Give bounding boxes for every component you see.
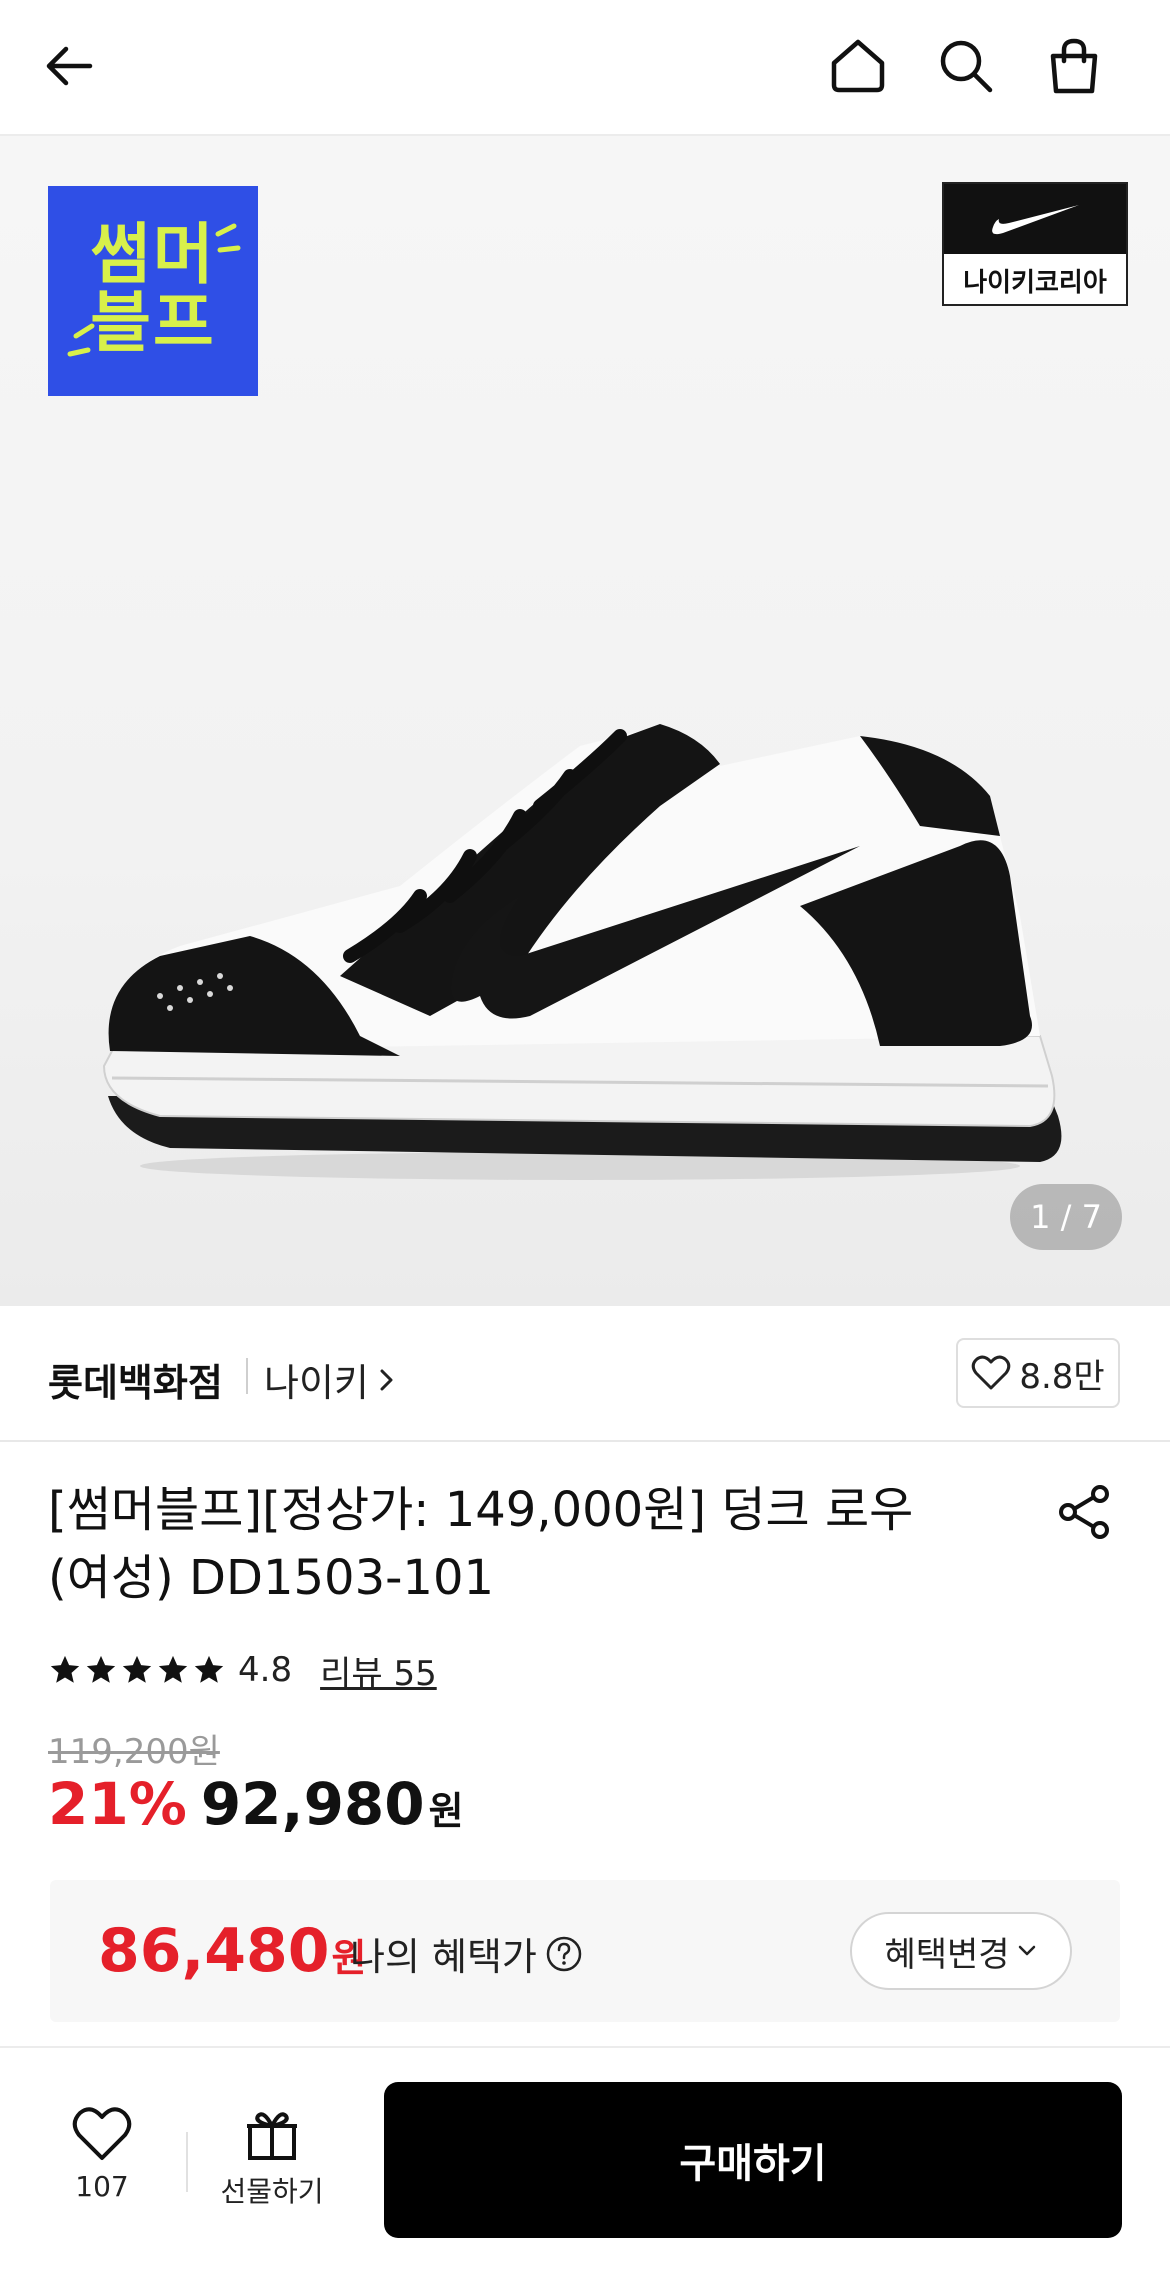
brand-badge: 나이키코리아 <box>942 182 1128 306</box>
brand-link-label: 나이키 <box>264 1361 369 1405</box>
benefit-label: 나의 혜택가 <box>350 1926 583 1981</box>
benefit-price-value: 86,480 <box>98 1916 330 1986</box>
price-row: 21% 92,980 원 <box>48 1770 464 1838</box>
star-icon <box>86 1655 116 1683</box>
product-title: [썸머블프][정상가: 149,000원] 덩크 로우 (여성) DD1503-… <box>48 1482 914 1606</box>
benefit-label-text: 나의 혜택가 <box>350 1935 537 1979</box>
buy-button[interactable]: 구매하기 <box>384 2082 1122 2238</box>
help-question-icon[interactable] <box>545 1935 583 1973</box>
gift-label: 선물하기 <box>220 2175 324 2208</box>
back-arrow-icon[interactable] <box>32 28 108 104</box>
promo-badge: 썸머 블프 <box>48 186 258 396</box>
review-link[interactable]: 리뷰 55 <box>320 1646 437 1695</box>
store-like-count: 8.8만 <box>1019 1356 1105 1397</box>
wishlist-count: 107 <box>75 2170 129 2203</box>
star-icon <box>194 1655 224 1683</box>
chevron-down-icon <box>1018 1945 1035 1956</box>
store-row: 롯데백화점 나이키 8.8만 <box>0 1306 1170 1442</box>
divider <box>186 2132 188 2192</box>
store-name[interactable]: 롯데백화점 <box>48 1352 223 1407</box>
benefit-price-box: 86,480 원 나의 혜택가 혜택변경 <box>50 1880 1120 2022</box>
change-benefit-label: 혜택변경 <box>884 1934 1010 1975</box>
brand-link[interactable]: 나이키 <box>264 1352 397 1407</box>
wishlist-button[interactable]: 107 <box>54 2106 150 2203</box>
image-counter: 1 / 7 <box>1010 1184 1122 1250</box>
discount-rate: 21% <box>48 1770 187 1838</box>
change-benefit-button[interactable]: 혜택변경 <box>850 1912 1072 1990</box>
shopping-bag-icon[interactable] <box>1036 28 1112 104</box>
benefit-price: 86,480 원 <box>98 1916 367 1986</box>
swoosh-logo-icon <box>992 205 1079 235</box>
home-icon[interactable] <box>820 28 896 104</box>
star-icon <box>158 1655 188 1683</box>
product-image-gallery[interactable]: 썸머 블프 나이키코리아 1 / 7 <box>0 136 1170 1306</box>
original-price: 119,200원 <box>48 1732 220 1772</box>
chevron-right-icon <box>380 1369 393 1390</box>
rating-row: 4.8 리뷰 55 <box>48 1646 437 1694</box>
top-bar <box>0 0 1170 136</box>
rating-value: 4.8 <box>238 1650 293 1690</box>
star-icon <box>122 1655 152 1683</box>
bottom-action-bar: 107 선물하기 구매하기 <box>0 2046 1170 2274</box>
share-icon[interactable] <box>1048 1476 1120 1548</box>
promo-sparkle-icon <box>67 223 241 357</box>
star-icon <box>50 1655 80 1683</box>
sale-price: 92,980 <box>200 1770 425 1838</box>
star-rating <box>48 1653 226 1687</box>
gift-icon <box>247 2112 297 2160</box>
sale-price-unit: 원 <box>428 1789 464 1833</box>
heart-icon <box>72 2107 132 2160</box>
sneaker-image <box>102 724 1062 1180</box>
brand-badge-label: 나이키코리아 <box>963 267 1107 298</box>
divider <box>246 1358 248 1394</box>
store-like-button[interactable]: 8.8만 <box>956 1338 1120 1408</box>
search-icon[interactable] <box>928 28 1004 104</box>
heart-icon <box>972 1355 1011 1390</box>
gift-button[interactable]: 선물하기 <box>212 2106 332 2210</box>
